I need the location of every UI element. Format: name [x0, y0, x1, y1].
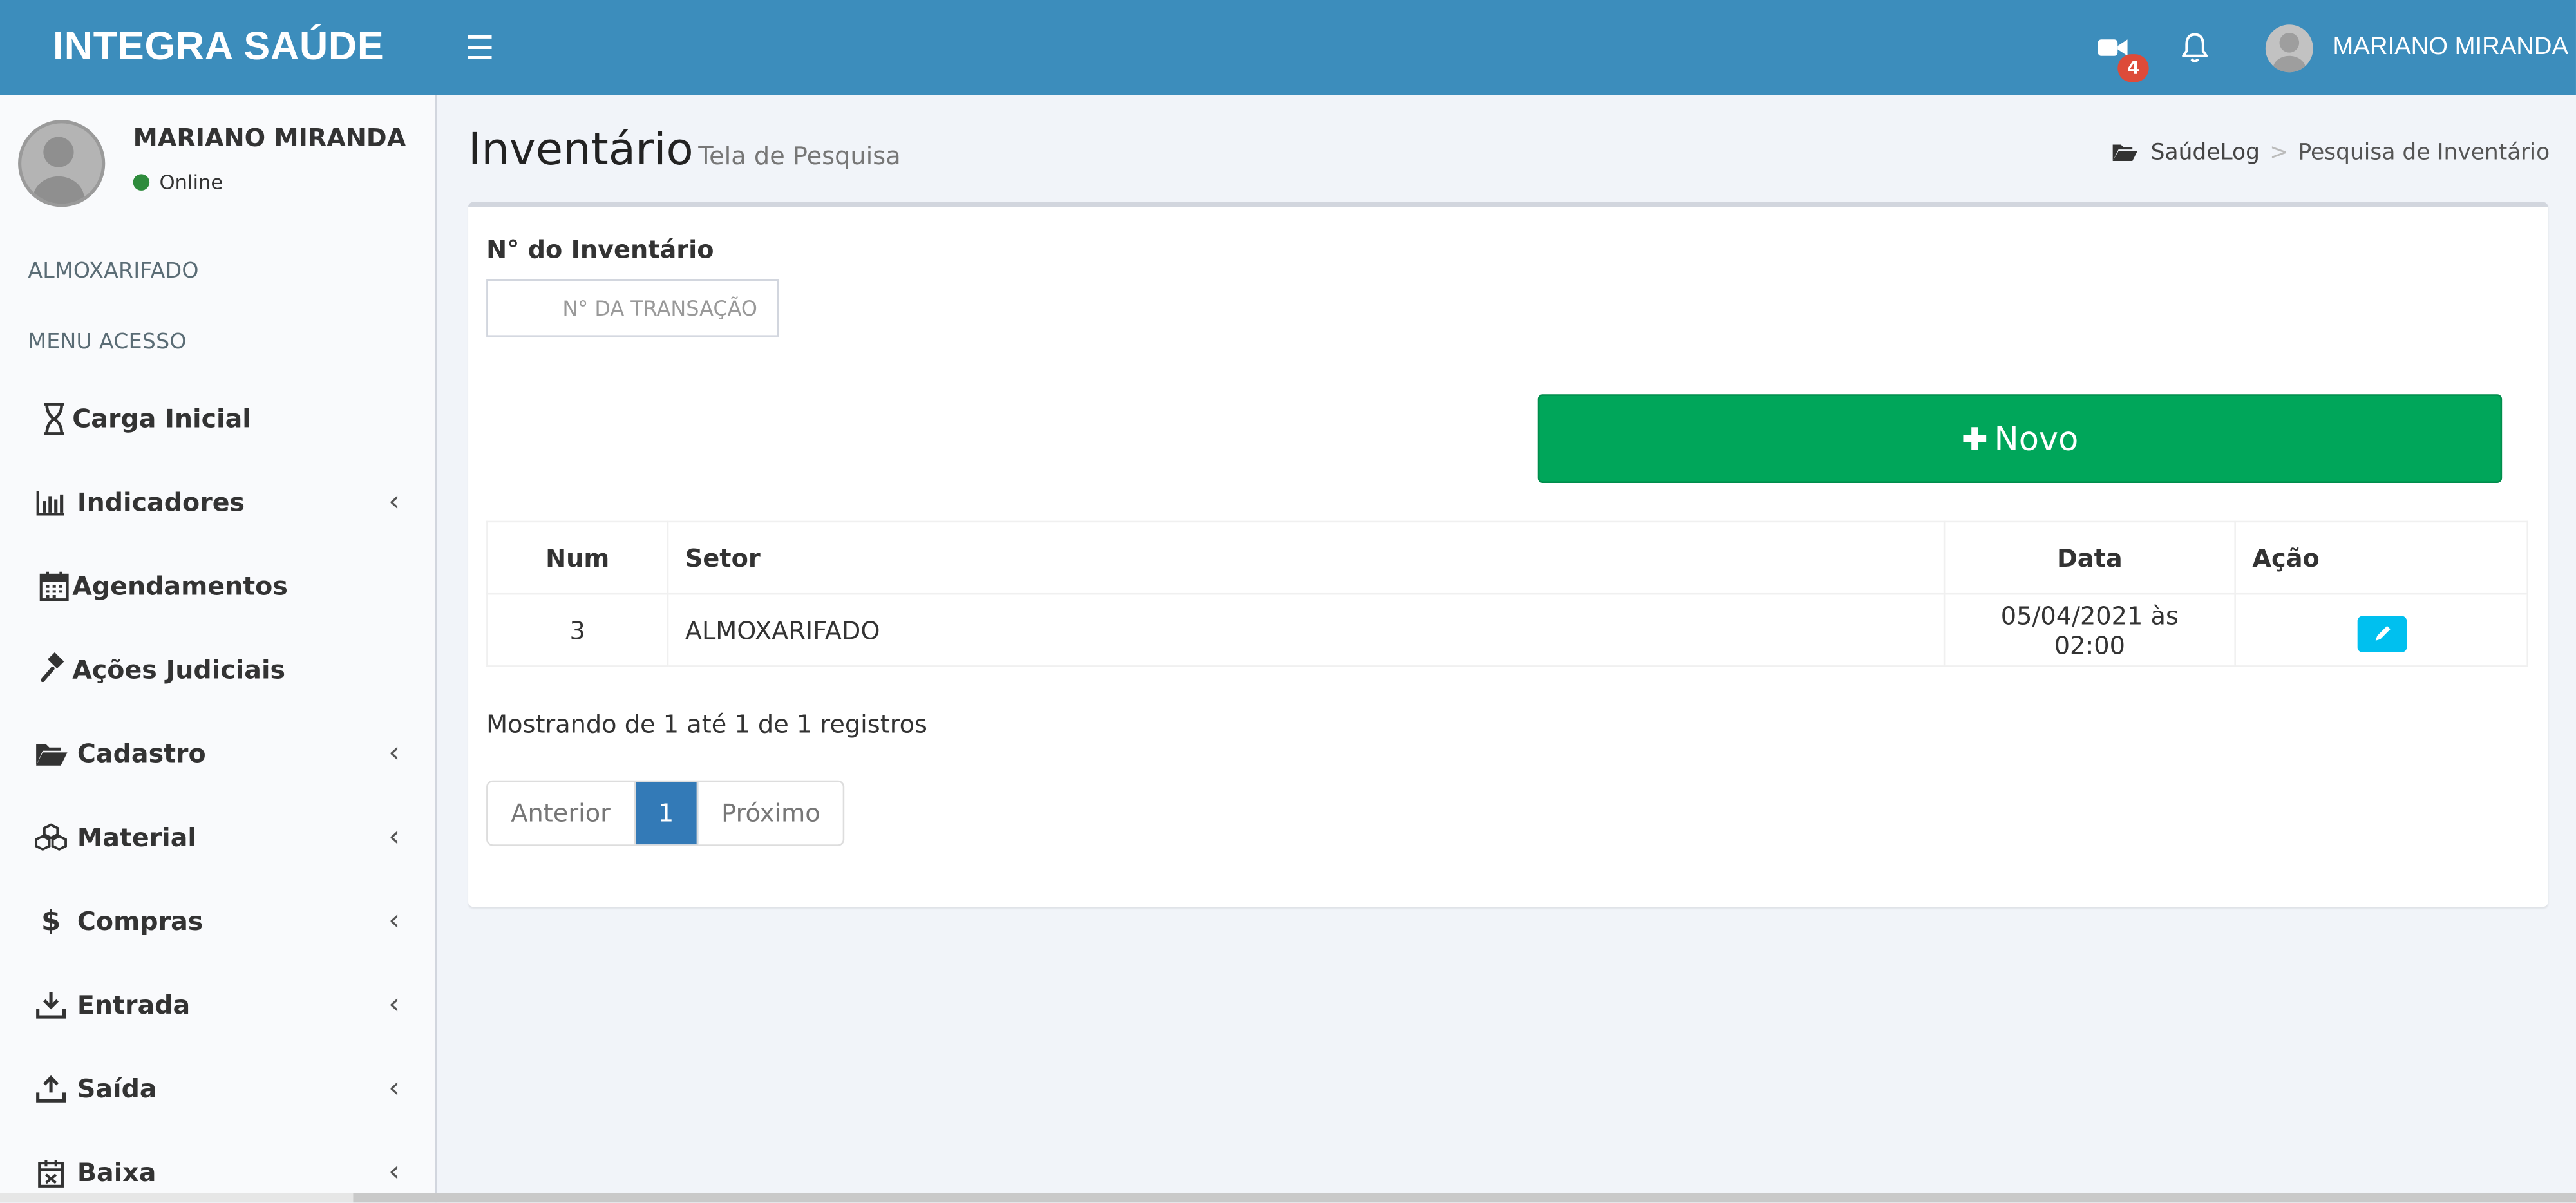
- bar-chart-icon: [36, 491, 64, 516]
- sidebar-item-label: Compras: [77, 907, 204, 937]
- horizontal-scrollbar-thumb[interactable]: [353, 1193, 2576, 1203]
- plus-icon: [1963, 427, 1986, 450]
- dollar-icon: $: [41, 905, 61, 938]
- header-user-name[interactable]: MARIANO MIRANDA: [2333, 30, 2568, 66]
- cell-acao: [2234, 592, 2528, 667]
- calendar-x-icon: [38, 1160, 64, 1188]
- sidebar-item-baixa[interactable]: Baixa ‹: [0, 1132, 435, 1203]
- cubes-icon: [35, 823, 67, 851]
- column-header-num[interactable]: Num: [486, 520, 669, 595]
- sidebar-item-label: Carga Inicial: [72, 404, 251, 434]
- column-header-setor[interactable]: Setor: [667, 520, 1946, 595]
- folder-open-icon: [2112, 144, 2138, 161]
- sidebar-toggle-icon[interactable]: ☰: [462, 28, 498, 67]
- pagination-info: Mostrando de 1 até 1 de 1 registros: [486, 710, 927, 739]
- sidebar-item-cadastro[interactable]: Cadastro ‹: [0, 713, 435, 795]
- sidebar-item-label: Entrada: [77, 990, 191, 1021]
- sidebar-item-label: Material: [77, 823, 196, 853]
- gavel-icon: [41, 652, 64, 683]
- sidebar-item-entrada[interactable]: Entrada ‹: [0, 964, 435, 1047]
- chevron-left-icon: ‹: [388, 1155, 401, 1189]
- new-inventory-button[interactable]: Novo: [1537, 394, 2503, 483]
- inventory-number-label: N° do Inventário: [486, 234, 714, 265]
- sidebar-item-agendamentos[interactable]: Agendamentos: [0, 545, 435, 628]
- column-header-data[interactable]: Data: [1943, 520, 2236, 595]
- cell-setor: ALMOXARIFADO: [667, 592, 1946, 667]
- top-navbar: INTEGRA SAÚDE ☰ 4 MARIANO MIRANDA: [0, 0, 2576, 95]
- download-icon: [36, 992, 66, 1019]
- chevron-left-icon: ‹: [388, 735, 401, 771]
- sidebar-item-material[interactable]: Material ‹: [0, 797, 435, 879]
- breadcrumb: SaúdeLog > Pesquisa de Inventário: [2112, 139, 2550, 166]
- app-logo[interactable]: INTEGRA SAÚDE: [0, 0, 437, 95]
- chevron-left-icon: ‹: [388, 484, 401, 520]
- breadcrumb-current: Pesquisa de Inventário: [2298, 139, 2550, 166]
- page-title-text: Inventário: [468, 124, 694, 176]
- video-notification-badge: 4: [2117, 54, 2149, 82]
- search-box: N° do Inventário Novo Num Setor Data Açã…: [468, 202, 2548, 907]
- folder-open-icon: [36, 744, 68, 766]
- cell-data: 05/04/2021 às 02:00: [1943, 592, 2236, 667]
- sidebar-item-saida[interactable]: Saída ‹: [0, 1048, 435, 1131]
- user-status: Online: [133, 171, 223, 194]
- cell-num: 3: [486, 592, 669, 667]
- sidebar-item-compras[interactable]: $ Compras ‹: [0, 880, 435, 963]
- header-avatar[interactable]: [2265, 24, 2313, 73]
- user-panel: MARIANO MIRANDA Online: [0, 95, 435, 227]
- chevron-left-icon: ‹: [388, 819, 401, 855]
- sidebar-item-acoes-judiciais[interactable]: Ações Judiciais: [0, 629, 435, 712]
- chevron-left-icon: ‹: [388, 1071, 401, 1106]
- breadcrumb-separator: >: [2269, 139, 2289, 166]
- sidebar-section-menu-acesso: MENU ACESSO: [28, 330, 187, 355]
- hourglass-icon: [44, 403, 64, 435]
- pagination: Anterior 1 Próximo: [486, 780, 845, 846]
- page-title: Inventário Tela de Pesquisa: [468, 125, 901, 176]
- pagination-page-1[interactable]: 1: [635, 782, 699, 845]
- app-root: INTEGRA SAÚDE ☰ 4 MARIANO MIRANDA MARIAN…: [0, 0, 2576, 1203]
- pencil-icon: [2375, 625, 2391, 640]
- sidebar-item-indicadores[interactable]: Indicadores ‹: [0, 462, 435, 544]
- sidebar-item-label: Indicadores: [77, 488, 245, 518]
- sidebar-item-label: Agendamentos: [72, 571, 288, 602]
- sidebar-item-carga-inicial[interactable]: Carga Inicial: [0, 378, 435, 460]
- inventory-table: Num Setor Data Ação 3 ALMOXARIFADO 05/04…: [486, 520, 2528, 667]
- horizontal-scrollbar[interactable]: [0, 1193, 2576, 1203]
- inventory-number-input[interactable]: [486, 279, 779, 337]
- calendar-icon: [39, 571, 69, 602]
- table-header-row: Num Setor Data Ação: [486, 520, 2528, 595]
- user-status-label: Online: [159, 171, 223, 194]
- column-header-acao: Ação: [2234, 520, 2528, 595]
- table-row: 3 ALMOXARIFADO 05/04/2021 às 02:00: [486, 592, 2528, 667]
- sidebar-avatar: [18, 120, 106, 207]
- sidebar-item-label: Saída: [77, 1074, 157, 1104]
- bell-icon[interactable]: [2179, 30, 2211, 66]
- page-subtitle: Tela de Pesquisa: [698, 141, 901, 171]
- chevron-left-icon: ‹: [388, 987, 401, 1022]
- pagination-previous[interactable]: Anterior: [488, 782, 636, 845]
- sidebar-item-label: Ações Judiciais: [72, 655, 286, 685]
- sidebar-item-label: Cadastro: [77, 739, 206, 769]
- breadcrumb-home-link[interactable]: SaúdeLog: [2151, 140, 2260, 166]
- edit-button[interactable]: [2357, 615, 2407, 652]
- sidebar-section-almoxarifado: ALMOXARIFADO: [28, 260, 199, 285]
- sidebar: MARIANO MIRANDA Online ALMOXARIFADO MENU…: [0, 95, 437, 1203]
- upload-icon: [36, 1075, 66, 1103]
- online-status-icon: [133, 174, 150, 191]
- sidebar-item-label: Baixa: [77, 1158, 156, 1188]
- pagination-next[interactable]: Próximo: [698, 782, 843, 844]
- sidebar-user-name: MARIANO MIRANDA: [133, 123, 406, 153]
- chevron-left-icon: ‹: [388, 904, 401, 938]
- new-button-label: Novo: [1994, 419, 2079, 459]
